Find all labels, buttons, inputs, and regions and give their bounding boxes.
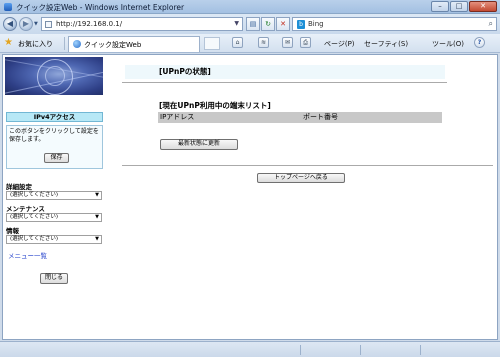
page-icon (45, 21, 52, 28)
bing-icon: b (297, 20, 305, 29)
address-bar[interactable]: http://192.168.0.1/ ▼ (41, 17, 243, 31)
chevron-down-icon: ▼ (95, 192, 99, 198)
new-tab-button[interactable] (204, 37, 220, 50)
select-value: (選択してください) (10, 236, 58, 242)
tab-title[interactable]: クイック設定Web (84, 40, 141, 50)
status-separator (360, 345, 361, 355)
address-url[interactable]: http://192.168.0.1/ (56, 20, 122, 28)
refresh-icon[interactable]: ↻ (261, 17, 275, 31)
forward-button[interactable]: ▶ (19, 17, 33, 31)
advanced-settings-group: 詳細設定 (選択してください) ▼ (6, 183, 105, 200)
back-to-top-button[interactable]: トップページへ戻る (257, 173, 345, 183)
select-value: (選択してください) (10, 214, 58, 220)
info-group: 情報 (選択してください) ▼ (6, 227, 105, 244)
page-content: IPv4アクセス このボタンをクリックして設定を保存します。 保存 詳細設定 (… (2, 54, 498, 340)
tab-ie-icon (73, 40, 81, 48)
main-panel: [UPnPの状態] [現在UPnP利用中の端末リスト] IPアドレス ポート番号… (106, 55, 497, 339)
status-separator (420, 345, 421, 355)
browser-tab[interactable]: クイック設定Web (68, 36, 200, 52)
window-controls: – □ ✕ (431, 1, 497, 12)
section-title: [現在UPnP利用中の端末リスト] (159, 101, 271, 110)
sidebar: IPv4アクセス このボタンをクリックして設定を保存します。 保存 詳細設定 (… (3, 55, 106, 339)
divider (122, 82, 447, 83)
header-banner-image (5, 57, 103, 95)
chevron-down-icon: ▼ (95, 236, 99, 242)
save-panel: このボタンをクリックして設定を保存します。 保存 (6, 125, 103, 169)
divider (122, 165, 493, 166)
close-window-button[interactable]: ✕ (469, 1, 497, 12)
chevron-down-icon: ▼ (95, 214, 99, 220)
save-button[interactable]: 保存 (44, 153, 69, 163)
search-placeholder[interactable]: Bing (308, 20, 324, 28)
compatibility-view-icon[interactable]: ▤ (246, 17, 260, 31)
favorites-star-icon[interactable]: ★ (4, 37, 13, 48)
search-icon[interactable]: ⌕ (489, 19, 493, 29)
page-menu[interactable]: ページ(P) (324, 39, 355, 49)
column-header-port: ポート番号 (303, 113, 338, 121)
close-button[interactable]: 閉じる (40, 273, 68, 284)
print-icon[interactable]: ⎙ (300, 37, 311, 48)
command-bar: ★ お気に入り クイック設定Web ⌂ ≋ ✉ ⎙ ページ(P) セーフティ(S… (0, 34, 500, 53)
minimize-button[interactable]: – (431, 1, 449, 12)
separator (64, 37, 65, 50)
address-row: ◀ ▶ ▼ http://192.168.0.1/ ▼ ▤ ↻ ✕ b Bing… (0, 14, 500, 34)
feeds-icon[interactable]: ≋ (258, 37, 269, 48)
menu-list-link[interactable]: メニュー一覧 (8, 250, 47, 260)
stop-icon[interactable]: ✕ (276, 17, 290, 31)
address-dropdown-icon[interactable]: ▼ (234, 20, 239, 27)
tools-menu[interactable]: ツール(O) (432, 39, 464, 49)
window-titlebar: クイック設定Web - Windows Internet Explorer – … (0, 0, 500, 14)
column-header-ip: IPアドレス (160, 113, 195, 121)
page-title: [UPnPの状態] (125, 64, 445, 79)
window-title: クイック設定Web - Windows Internet Explorer (16, 3, 185, 12)
select-value: (選択してください) (10, 192, 58, 198)
status-separator (300, 345, 301, 355)
menu-label: メンテナンス (6, 205, 45, 213)
safety-menu[interactable]: セーフティ(S) (364, 39, 408, 49)
save-description: このボタンをクリックして設定を保存します。 (9, 128, 99, 143)
favorites-button[interactable]: お気に入り (18, 39, 53, 49)
history-dropdown-icon[interactable]: ▼ (34, 21, 38, 27)
table-header-row: IPアドレス ポート番号 (158, 112, 442, 123)
search-box[interactable]: b Bing ⌕ (292, 17, 497, 31)
maintenance-select[interactable]: (選択してください) ▼ (6, 213, 102, 222)
menu-label: 情報 (6, 227, 19, 235)
info-select[interactable]: (選択してください) ▼ (6, 235, 102, 244)
ie-app-icon (4, 3, 12, 11)
maximize-button[interactable]: □ (450, 1, 468, 12)
refresh-status-button[interactable]: 最新状態に更新 (160, 139, 238, 150)
help-icon[interactable]: ? (474, 37, 485, 48)
home-icon[interactable]: ⌂ (232, 37, 243, 48)
ipv4-access-label[interactable]: IPv4アクセス (6, 112, 103, 122)
menu-label: 詳細設定 (6, 183, 32, 191)
maintenance-group: メンテナンス (選択してください) ▼ (6, 205, 105, 222)
mail-icon[interactable]: ✉ (282, 37, 293, 48)
back-button[interactable]: ◀ (3, 17, 17, 31)
advanced-settings-select[interactable]: (選択してください) ▼ (6, 191, 102, 200)
status-bar (0, 341, 500, 357)
